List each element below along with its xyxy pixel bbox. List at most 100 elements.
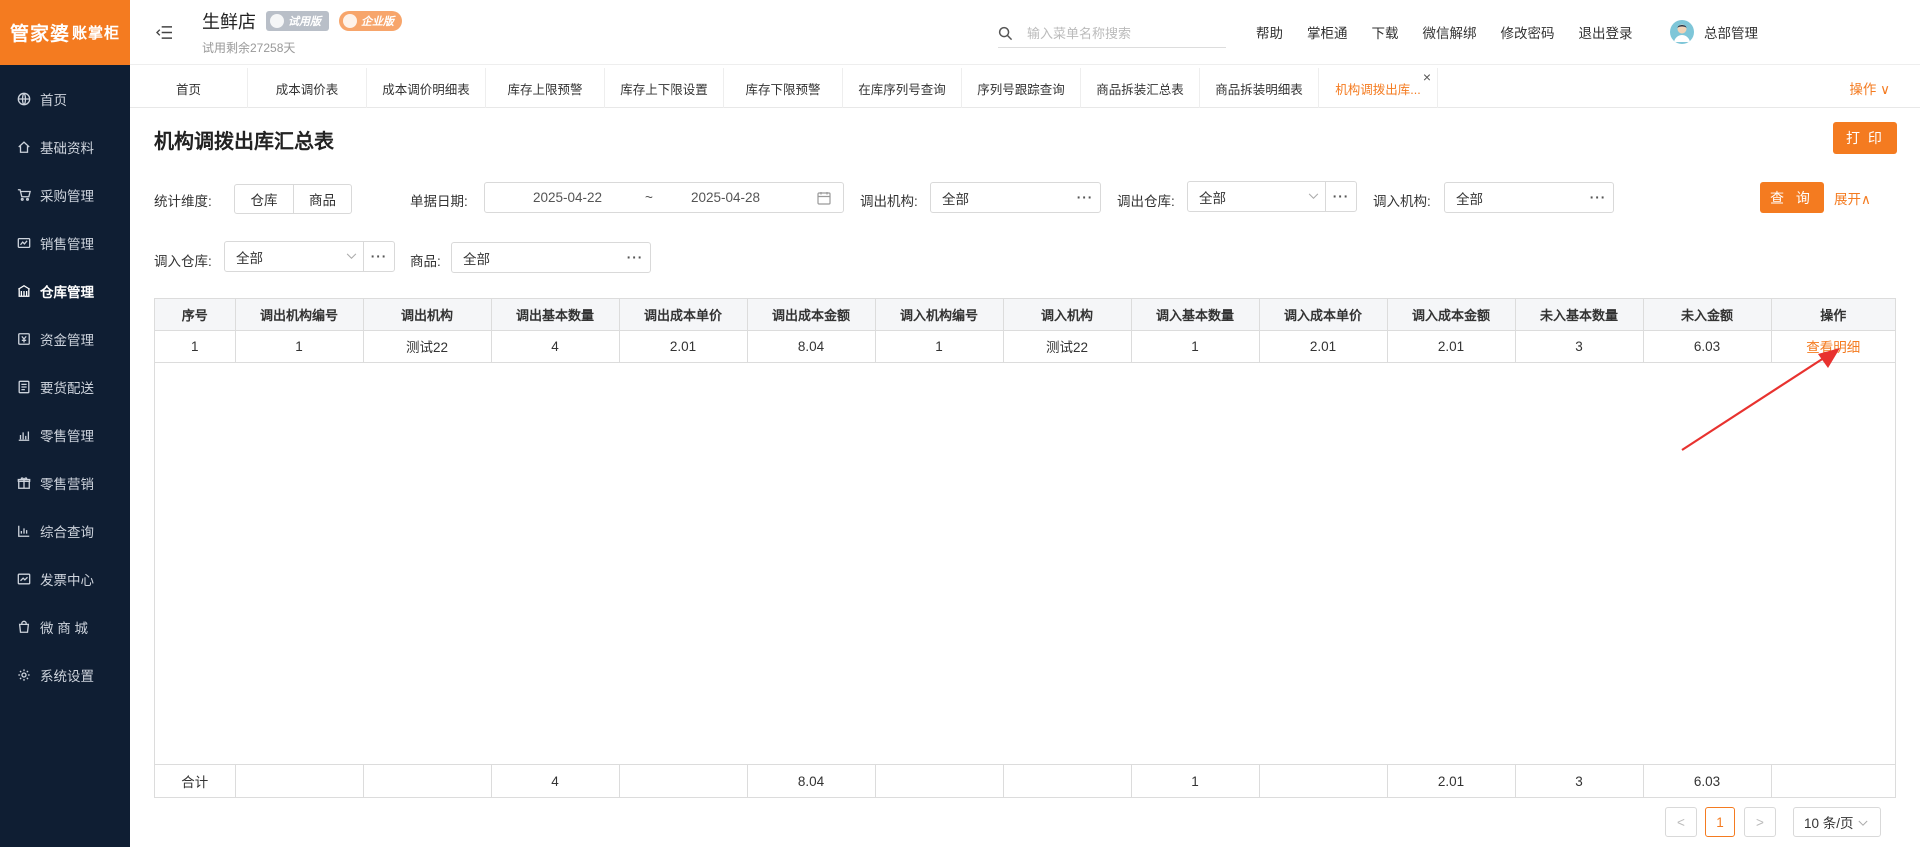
sidebar-item-label: 零售营销 <box>40 477 94 492</box>
tab-assembly-detail[interactable]: 商品拆装明细表 <box>1200 68 1319 108</box>
out-wh-value: 全部 <box>1199 190 1226 206</box>
sidebar-item-retail[interactable]: 零售管理 <box>0 411 130 459</box>
menu-search[interactable] <box>998 20 1226 48</box>
more-icon[interactable]: ··· <box>620 250 650 265</box>
search-icon <box>998 26 1013 41</box>
column-header: 调出机构编号 <box>235 299 364 331</box>
pagination-page-current[interactable]: 1 <box>1705 807 1735 837</box>
tab-assembly-summary[interactable]: 商品拆装汇总表 <box>1081 68 1200 108</box>
calendar-icon <box>817 191 831 208</box>
dimension-option-warehouse[interactable]: 仓库 <box>235 185 293 213</box>
sidebar-item-warehouse[interactable]: 仓库管理 <box>0 267 130 315</box>
trial-badge: 试用版 <box>266 11 329 31</box>
table-cell: 2.01 <box>1259 330 1388 363</box>
more-icon[interactable]: ··· <box>1583 190 1613 205</box>
sidebar-item-invoice[interactable]: 发票中心 <box>0 555 130 603</box>
tab-stock-lower-warning[interactable]: 库存下限预警 <box>724 68 843 108</box>
dimension-option-product[interactable]: 商品 <box>293 185 351 213</box>
store-name: 生鲜店 <box>202 12 256 32</box>
logo-sub: 账掌柜 <box>72 24 121 42</box>
user-menu[interactable]: 总部管理 <box>1670 20 1758 44</box>
summary-row: 合计 4 8.04 1 2.01 3 6.03 <box>155 765 1895 797</box>
out-org-label: 调出机构: <box>860 194 918 209</box>
date-end[interactable]: 2025-04-28 <box>691 190 760 205</box>
summary-cell: 3 <box>1515 765 1644 797</box>
more-icon[interactable]: ··· <box>364 249 394 264</box>
tab-serial-tracking[interactable]: 序列号跟踪查询 <box>962 68 1081 108</box>
sidebar-item-marketing[interactable]: 零售营销 <box>0 459 130 507</box>
date-range-picker[interactable]: 2025-04-22 ~ 2025-04-28 <box>484 182 844 213</box>
date-start[interactable]: 2025-04-22 <box>533 190 602 205</box>
sidebar-item-purchase[interactable]: 采购管理 <box>0 171 130 219</box>
in-wh-label: 调入仓库: <box>154 254 212 269</box>
column-header: 调出机构 <box>363 299 492 331</box>
change-password-link[interactable]: 修改密码 <box>1501 22 1555 42</box>
table-summary: 合计 4 8.04 1 2.01 3 6.03 <box>155 764 1895 797</box>
tab-stock-limit-settings[interactable]: 库存上下限设置 <box>605 68 724 108</box>
tab-serial-in-stock[interactable]: 在库序列号查询 <box>843 68 962 108</box>
out-org-select[interactable]: 全部 ··· <box>930 182 1101 213</box>
wechat-unbind-link[interactable]: 微信解绑 <box>1423 22 1477 42</box>
table-cell: 1 <box>875 330 1004 363</box>
table-cell: 4 <box>491 330 620 363</box>
delivery-icon <box>16 379 32 395</box>
expand-toggle[interactable]: 展开∧ <box>1834 188 1871 208</box>
print-button[interactable]: 打 印 <box>1833 122 1897 154</box>
sidebar-item-basic-data[interactable]: 基础资料 <box>0 123 130 171</box>
app-logo[interactable]: 管家婆 账掌柜 <box>0 0 130 65</box>
bag-icon <box>16 619 32 635</box>
sidebar-item-finance[interactable]: 资金管理 <box>0 315 130 363</box>
sidebar-item-settings[interactable]: 系统设置 <box>0 651 130 699</box>
in-org-select[interactable]: 全部 ··· <box>1444 182 1614 213</box>
trial-badge-label: 试用版 <box>288 16 321 28</box>
table-cell: 8.04 <box>747 330 876 363</box>
sidebar-item-sales[interactable]: 销售管理 <box>0 219 130 267</box>
page-size-select[interactable]: 10 条/页 <box>1793 807 1881 837</box>
tab-cost-adjust-detail[interactable]: 成本调价明细表 <box>367 68 486 108</box>
pagination-prev[interactable]: < <box>1665 807 1697 837</box>
summary-cell <box>1259 765 1388 797</box>
tab-home[interactable]: 首页 <box>130 68 248 108</box>
more-icon[interactable]: ··· <box>1070 190 1100 205</box>
dimension-toggle: 仓库 商品 <box>234 184 352 214</box>
star-icon <box>343 14 357 28</box>
column-header: 序号 <box>155 299 236 331</box>
table-cell: 3 <box>1515 330 1644 363</box>
out-wh-select[interactable]: 全部 ··· <box>1187 181 1357 212</box>
tab-operations-menu[interactable]: 操作 ∨ <box>1849 78 1890 98</box>
out-org-value: 全部 <box>942 191 969 207</box>
in-wh-select[interactable]: 全部 ··· <box>224 241 395 272</box>
table-cell: 2.01 <box>1387 330 1516 363</box>
menu-collapse-icon[interactable] <box>154 22 174 42</box>
product-label: 商品: <box>410 254 441 269</box>
product-select[interactable]: 全部 ··· <box>451 242 651 273</box>
tab-transfer-out-summary[interactable]: 机构调拨出库... × <box>1319 68 1438 108</box>
globe-icon <box>16 91 32 107</box>
page-size-value: 10 条/页 <box>1804 816 1854 831</box>
more-icon[interactable]: ··· <box>1326 189 1356 204</box>
enterprise-badge[interactable]: 企业版 <box>339 11 402 31</box>
column-header: 调出基本数量 <box>491 299 620 331</box>
sidebar: 管家婆 账掌柜 首页 基础资料 采购管理 销售管理 仓库管理 资金管理 要货配送 … <box>0 0 130 847</box>
sidebar-item-home[interactable]: 首页 <box>0 75 130 123</box>
tab-cost-adjust[interactable]: 成本调价表 <box>248 68 367 108</box>
sidebar-item-query[interactable]: 综合查询 <box>0 507 130 555</box>
pagination-next[interactable]: > <box>1744 807 1776 837</box>
table-row[interactable]: 1 1 测试22 4 2.01 8.04 1 测试22 1 2.01 2.01 3 6.03 查看明细 <box>155 330 1895 363</box>
zhanggui-link[interactable]: 掌柜通 <box>1307 22 1348 42</box>
tab-stock-upper-warning[interactable]: 库存上限预警 <box>486 68 605 108</box>
data-table: 序号 调出机构编号 调出机构 调出基本数量 调出成本单价 调出成本金额 调入机构编号 调入机构… <box>154 298 1896 798</box>
sidebar-item-label: 采购管理 <box>40 189 94 204</box>
sidebar-item-mall[interactable]: 微 商 城 <box>0 603 130 651</box>
help-link[interactable]: 帮助 <box>1256 22 1283 42</box>
column-header: 调出成本单价 <box>619 299 748 331</box>
menu-search-input[interactable] <box>1027 26 1217 41</box>
summary-cell: 4 <box>491 765 620 797</box>
logo-main: 管家婆 <box>9 23 70 45</box>
download-link[interactable]: 下载 <box>1372 22 1399 42</box>
sidebar-item-label: 发票中心 <box>40 573 94 588</box>
sidebar-item-delivery[interactable]: 要货配送 <box>0 363 130 411</box>
close-icon[interactable]: × <box>1423 69 1431 85</box>
query-button[interactable]: 查 询 <box>1760 182 1824 213</box>
logout-link[interactable]: 退出登录 <box>1579 22 1633 42</box>
